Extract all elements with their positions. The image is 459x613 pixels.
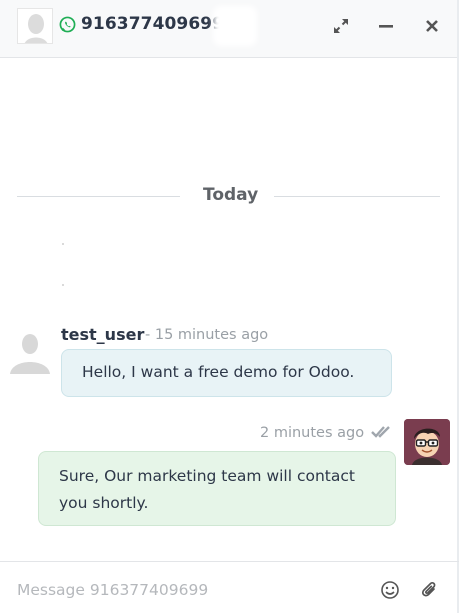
whatsapp-icon: [59, 16, 76, 33]
message-body: Sure, Our marketing team will contact yo…: [59, 467, 355, 512]
message-body: Hello, I want a free demo for Odoo.: [82, 363, 355, 381]
separator-line-left: [17, 196, 180, 197]
user-avatar[interactable]: [404, 419, 450, 465]
emoji-button[interactable]: [378, 578, 402, 602]
message-input[interactable]: [17, 578, 357, 602]
message-bubble: Sure, Our marketing team will contact yo…: [38, 451, 396, 526]
contact-avatar: [17, 8, 53, 44]
chat-title: 916377409699: [81, 14, 225, 34]
expand-button[interactable]: [330, 15, 352, 37]
emoji-icon: [381, 581, 399, 599]
close-button[interactable]: [421, 15, 443, 37]
message-author[interactable]: test_user: [61, 325, 144, 344]
chat-window-header: 916377409699: [0, 0, 459, 58]
redacted-area: [213, 6, 257, 46]
default-user-avatar-icon: [10, 334, 50, 374]
date-separator: Today: [203, 185, 259, 205]
faint-dot: [62, 284, 64, 286]
minimize-icon: [379, 25, 393, 28]
message-time: 2 minutes ago: [260, 425, 365, 441]
composer-divider: [0, 561, 459, 562]
close-icon: [426, 20, 438, 32]
cartoon-user-avatar-icon: [404, 419, 450, 465]
expand-icon: [334, 19, 348, 33]
message-time: - 15 minutes ago: [145, 327, 269, 343]
minimize-button[interactable]: [375, 15, 397, 37]
double-check-icon: [371, 426, 390, 438]
faint-dot: [62, 243, 64, 245]
paperclip-icon: [421, 581, 436, 597]
attach-button[interactable]: [418, 578, 442, 602]
user-avatar-icon: [18, 9, 52, 43]
separator-line-right: [274, 196, 440, 197]
message-bubble: Hello, I want a free demo for Odoo.: [61, 349, 392, 397]
